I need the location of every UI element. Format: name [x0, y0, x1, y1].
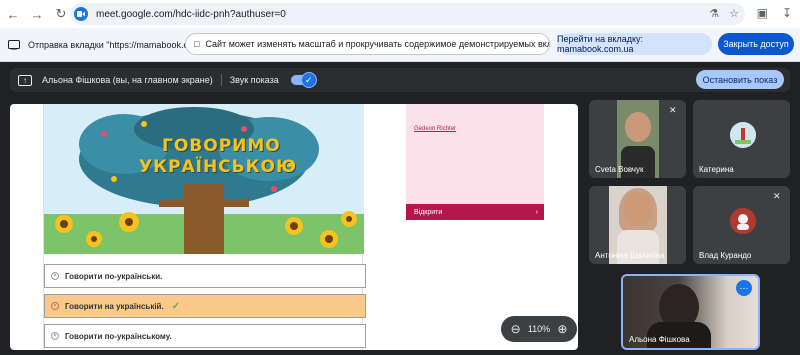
zoom-in-icon[interactable]: ⊕ — [557, 322, 567, 336]
ad-card: Gedeon Richter Відкрити › — [406, 104, 544, 220]
radio-icon: × — [51, 332, 59, 340]
participant-name: Влад Курандо — [699, 251, 752, 260]
avatar — [730, 122, 756, 148]
more-options-icon[interactable]: ⋯ — [736, 280, 752, 296]
self-video-tile[interactable]: ⋯ Альона Фішкова — [621, 274, 760, 350]
answer-option-1[interactable]: × Говорити по-українськи. — [44, 264, 366, 288]
check-icon: ✓ — [300, 72, 317, 88]
answer-option-3[interactable]: × Говорити по-українському. — [44, 324, 366, 348]
goto-tab-button[interactable]: Перейти на вкладку: mamabook.com.ua — [557, 33, 712, 55]
self-name: Альона Фішкова — [629, 335, 690, 344]
presenter-name: Альона Фішкова (вы, на главном экране) — [42, 75, 213, 85]
participant-name: Антоніна Шалигіна — [595, 251, 665, 260]
back-icon[interactable]: ← — [2, 3, 24, 25]
presentation-bar: ↑ Альона Фішкова (вы, на главном экране)… — [10, 68, 790, 92]
stop-presenting-button[interactable]: Остановить показ — [696, 70, 784, 89]
avatar — [730, 208, 756, 234]
poster-title-line1: ГОВОРИМО — [162, 136, 281, 156]
reload-icon[interactable]: ↻ — [50, 3, 72, 25]
notice-text: Сайт может изменять масштаб и прокручива… — [205, 39, 550, 49]
radio-icon: • — [51, 302, 59, 310]
download-icon[interactable]: ↧ — [782, 6, 792, 20]
zoom-scroll-notice: □ Сайт может изменять масштаб и прокручи… — [185, 33, 550, 55]
site-info-icon[interactable] — [74, 7, 88, 21]
ad-open-button[interactable]: Відкрити › — [406, 204, 544, 220]
participant-tile[interactable]: Катерина — [693, 100, 790, 178]
quiz-card: ГОВОРИМО УКРАЇНСЬКОЮ × Говорити по-украї… — [43, 104, 366, 350]
extensions-icon[interactable]: ▣ — [757, 6, 768, 20]
poster-title-line2: УКРАЇНСЬКОЮ — [139, 157, 297, 177]
participant-tile[interactable]: ✕ Влад Курандо — [693, 186, 790, 264]
stop-sharing-button[interactable]: Закрыть доступ — [718, 33, 794, 55]
zoom-level: 110% — [527, 324, 551, 334]
answer-option-2[interactable]: • Говорити на українській. ✓ — [44, 294, 366, 318]
participant-tile[interactable]: ✕ Cveta Вовчук — [589, 100, 686, 178]
zoom-control: ⊖ 110% ⊕ — [501, 316, 577, 342]
correct-check-icon: ✓ — [171, 300, 181, 312]
zoom-out-icon[interactable]: ⊖ — [511, 322, 521, 336]
divider — [220, 74, 222, 86]
answer-label: Говорити на українській. — [65, 301, 164, 311]
mic-off-icon: ✕ — [669, 105, 677, 115]
chevron-right-icon: › — [535, 208, 538, 216]
ad-author-link[interactable]: Gedeon Richter — [414, 126, 456, 132]
answer-label: Говорити по-українському. — [65, 331, 172, 341]
translate-icon[interactable]: ⚗ — [709, 7, 719, 20]
cast-icon — [8, 39, 20, 49]
radio-icon: × — [51, 272, 59, 280]
sharing-text: Отправка вкладки "https://mamabook.co... — [28, 39, 201, 50]
participant-name: Cveta Вовчук — [595, 165, 644, 174]
shared-screen: ГОВОРИМО УКРАЇНСЬКОЮ × Говорити по-украї… — [10, 104, 578, 350]
present-screen-icon: ↑ — [18, 74, 32, 86]
forward-icon[interactable]: → — [26, 3, 48, 25]
browser-toolbar: ← → ↻ meet.google.com/hdc-iidc-pnh?authu… — [0, 0, 800, 28]
share-audio-toggle[interactable]: ✓ — [290, 72, 317, 88]
address-bar[interactable]: meet.google.com/hdc-iidc-pnh?authuser=0 … — [70, 3, 745, 25]
answer-label: Говорити по-українськи. — [65, 271, 163, 281]
participant-tile[interactable]: Антоніна Шалигіна — [589, 186, 686, 264]
star-icon[interactable]: ☆ — [729, 7, 739, 20]
url-text: meet.google.com/hdc-iidc-pnh?authuser=0 — [96, 8, 286, 20]
mic-off-icon: ✕ — [773, 191, 781, 201]
ad-open-label: Відкрити — [414, 208, 443, 216]
participant-name: Катерина — [699, 165, 734, 174]
share-audio-label: Звук показа — [229, 75, 279, 85]
screen-share-icon: □ — [194, 39, 200, 49]
poster-image: ГОВОРИМО УКРАЇНСЬКОЮ — [44, 104, 364, 254]
tab-sharing-infobar: Отправка вкладки "https://mamabook.co...… — [0, 28, 800, 62]
